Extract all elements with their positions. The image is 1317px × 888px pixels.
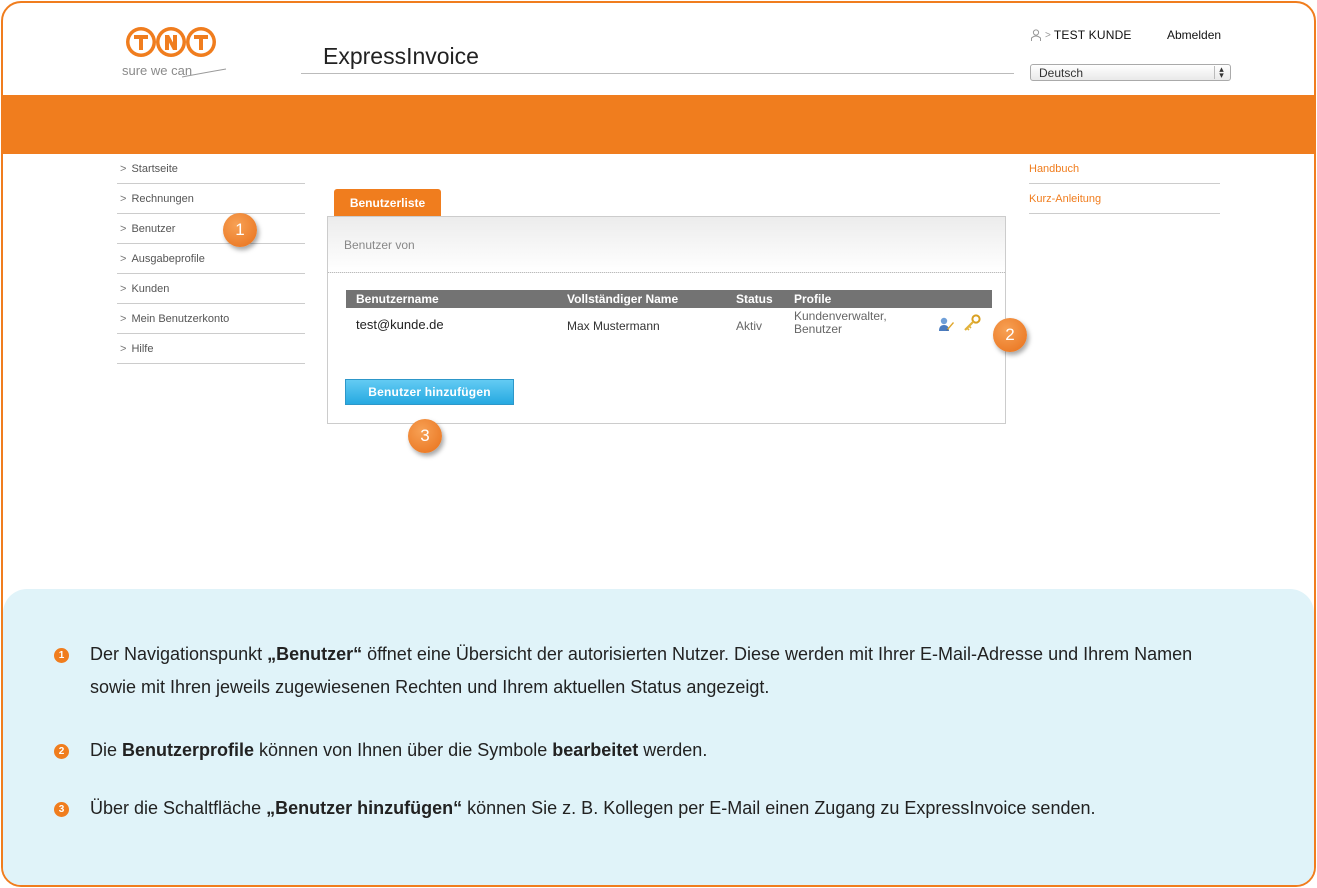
sidebar-item-label: Benutzer (131, 222, 176, 235)
chevron-right-icon: > (120, 222, 127, 235)
note-text: können von Ihnen über die Symbole (254, 740, 553, 760)
user-name: TEST KUNDE (1053, 28, 1132, 42)
user-table: Benutzername Vollständiger Name Status P… (346, 290, 992, 348)
select-arrows-icon: ▴ ▾ (1214, 65, 1228, 80)
sidebar-item-label: Startseite (131, 162, 178, 175)
note-2: 2 Die Benutzerprofile können von Ihnen ü… (54, 734, 1230, 767)
sidebar-item-hilfe[interactable]: > Hilfe (117, 334, 305, 364)
sidebar-item-benutzer[interactable]: > Benutzer (117, 214, 305, 244)
cell-status: Aktiv (736, 319, 763, 333)
title-divider (301, 73, 1014, 74)
sidebar-item-label: Hilfe (131, 342, 154, 355)
callout-marker-1: 1 (223, 213, 257, 247)
column-header-full-name[interactable]: Vollständiger Name (567, 292, 678, 306)
chevron-right-icon: > (120, 312, 127, 325)
sidebar-item-label: Rechnungen (131, 192, 194, 205)
chevron-right-icon: > (120, 192, 127, 205)
sidebar-item-kunden[interactable]: > Kunden (117, 274, 305, 304)
kurz-anleitung-link[interactable]: Kurz-Anleitung (1029, 184, 1220, 214)
chevron-right-icon: > (120, 252, 127, 265)
chevron-right-icon: > (120, 162, 127, 175)
panel-heading: Benutzer von (328, 217, 1005, 273)
note-text: Die (90, 740, 123, 760)
user-info: > TEST KUNDE (1030, 28, 1132, 42)
cell-username: test@kunde.de (356, 317, 444, 332)
note-text: können Sie z. B. Kollegen per E-Mail ein… (462, 798, 1096, 818)
sidebar-item-label: Kunden (131, 282, 170, 295)
note-text: werden. (638, 740, 708, 760)
cell-full-name: Max Mustermann (567, 319, 660, 333)
user-list-panel: Benutzer von Benutzername Vollständiger … (327, 216, 1006, 424)
language-select[interactable]: Deutsch ▴ ▾ (1030, 64, 1231, 81)
note-text: Über die Schaltfläche (90, 798, 267, 818)
note-bold: Benutzerprofile (122, 740, 255, 760)
note-bold: „Benutzer hinzufügen“ (266, 798, 463, 818)
chevron-right-icon: > (120, 342, 127, 355)
table-header: Benutzername Vollständiger Name Status P… (346, 290, 992, 308)
sidebar-item-label: Mein Benutzerkonto (131, 312, 230, 325)
edit-user-icon[interactable] (938, 316, 954, 332)
note-number: 3 (54, 802, 69, 817)
note-bold: „Benutzer“ (267, 644, 363, 664)
chevron-right-icon: > (120, 282, 127, 295)
note-bold: bearbeitet (552, 740, 639, 760)
sidebar-item-ausgabeprofile[interactable]: > Ausgabeprofile (117, 244, 305, 274)
callout-marker-2: 2 (993, 318, 1027, 352)
column-header-profile[interactable]: Profile (794, 292, 831, 306)
tab-benutzerliste[interactable]: Benutzerliste (334, 189, 441, 217)
logo-tagline: sure we can (122, 63, 192, 78)
tnt-logo: sure we can (108, 25, 238, 85)
sidebar-item-label: Ausgabeprofile (131, 252, 205, 265)
sidebar-item-rechnungen[interactable]: > Rechnungen (117, 184, 305, 214)
sidebar-item-mein-benutzerkonto[interactable]: > Mein Benutzerkonto (117, 304, 305, 334)
key-icon[interactable] (963, 314, 981, 332)
table-row: test@kunde.de Max Mustermann Aktiv Kunde… (346, 308, 992, 348)
note-1: 1 Der Navigationspunkt „Benutzer“ öffnet… (54, 638, 1230, 704)
app-title: ExpressInvoice (323, 43, 479, 69)
sidebar-nav: > Startseite > Rechnungen > Benutzer > A… (117, 154, 305, 364)
screenshot-frame: sure we can ExpressInvoice > TEST KUNDE … (1, 1, 1316, 887)
column-header-status[interactable]: Status (736, 292, 773, 306)
logout-link[interactable]: Abmelden (1167, 28, 1221, 42)
callout-marker-3: 3 (408, 419, 442, 453)
profile-line-2: Benutzer (794, 322, 843, 336)
orange-banner (3, 95, 1314, 154)
notes-panel: 1 Der Navigationspunkt „Benutzer“ öffnet… (3, 589, 1314, 885)
note-number: 1 (54, 648, 69, 663)
cell-profile: Kundenverwalter, Benutzer (794, 310, 887, 336)
language-value: Deutsch (1039, 65, 1084, 80)
user-icon (1031, 28, 1041, 41)
note-3: 3 Über die Schaltfläche „Benutzer hinzuf… (54, 792, 1230, 825)
help-links: Handbuch Kurz-Anleitung (1029, 154, 1220, 214)
add-user-button[interactable]: Benutzer hinzufügen (345, 379, 514, 405)
note-text: Der Navigationspunkt (90, 644, 268, 664)
sidebar-item-startseite[interactable]: > Startseite (117, 154, 305, 184)
column-header-username[interactable]: Benutzername (356, 292, 439, 306)
handbuch-link[interactable]: Handbuch (1029, 154, 1220, 184)
note-number: 2 (54, 744, 69, 759)
user-prefix: > (1045, 29, 1051, 41)
